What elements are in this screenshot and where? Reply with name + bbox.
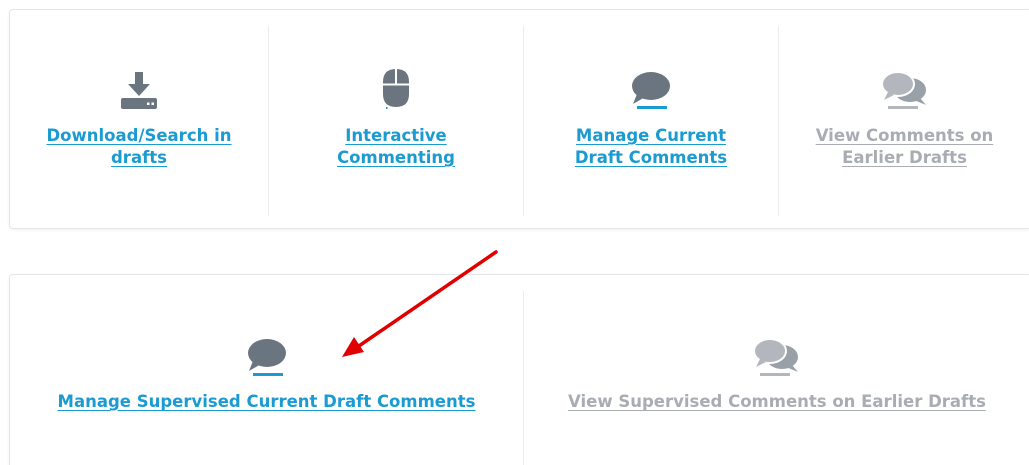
download-icon xyxy=(119,70,159,110)
mouse-icon xyxy=(381,67,411,109)
comment-icon xyxy=(629,70,673,110)
tile-interactive-commenting[interactable]: Interactive Commenting xyxy=(269,10,523,230)
tile-download-search[interactable]: Download/Search in drafts xyxy=(10,10,268,230)
comments-icon xyxy=(880,70,930,110)
view-comments-earlier-drafts-link[interactable]: View Comments on Earlier Drafts xyxy=(779,125,1029,169)
manage-current-draft-comments-link[interactable]: Manage Current Draft Comments xyxy=(524,125,778,169)
view-supervised-earlier-drafts-link[interactable]: View Supervised Comments on Earlier Draf… xyxy=(524,391,1029,413)
manage-supervised-comments-link[interactable]: Manage Supervised Current Draft Comments xyxy=(10,391,523,413)
interactive-commenting-link[interactable]: Interactive Commenting xyxy=(269,125,523,169)
tile-view-supervised-earlier-drafts[interactable]: View Supervised Comments on Earlier Draf… xyxy=(524,275,1029,465)
comments-icon xyxy=(752,337,802,377)
tools-panel: Download/Search in drafts Interactive Co… xyxy=(9,9,1029,229)
tile-manage-current-draft-comments[interactable]: Manage Current Draft Comments xyxy=(524,10,778,230)
download-search-link[interactable]: Download/Search in drafts xyxy=(10,125,268,169)
tile-view-comments-earlier-drafts[interactable]: View Comments on Earlier Drafts xyxy=(779,10,1029,230)
page: Download/Search in drafts Interactive Co… xyxy=(0,0,1029,465)
comment-icon xyxy=(245,337,289,377)
tile-manage-supervised-comments[interactable]: Manage Supervised Current Draft Comments xyxy=(10,275,523,465)
supervision-panel: Manage Supervised Current Draft Comments… xyxy=(9,274,1029,465)
